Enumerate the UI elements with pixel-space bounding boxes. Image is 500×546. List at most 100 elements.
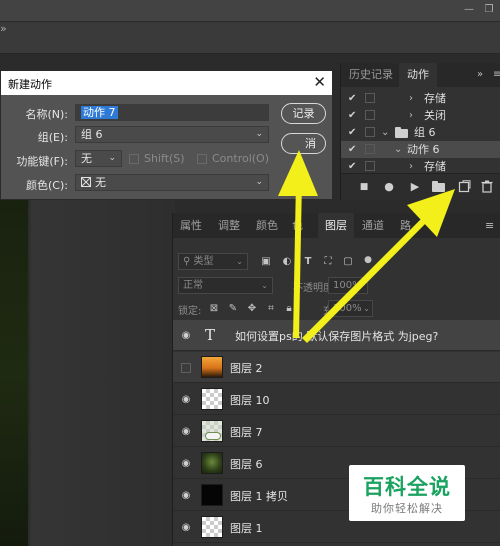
action-set-row[interactable]: ✔ ⌄ 组 6 [341, 124, 500, 141]
layer-thumbnail [201, 420, 223, 442]
layer-row[interactable]: 图层 2 [173, 352, 500, 383]
dialog-toggle-box[interactable] [365, 93, 375, 103]
close-icon[interactable]: ✕ [313, 73, 326, 91]
lock-bar: 锁定: ⊠ ✎ ✥ ⌗ 🔒︎ 充: 100% ⌄ [173, 298, 500, 319]
chevron-right-icon[interactable]: › [409, 107, 413, 124]
layer-name: 图层 10 [230, 394, 270, 407]
app-menu-bar: — ❐ [0, 0, 500, 22]
chevron-down-icon[interactable]: ⌄ [381, 124, 389, 141]
check-icon[interactable]: ✔ [348, 124, 358, 141]
control-checkbox[interactable] [197, 154, 207, 164]
delete-trash-icon[interactable] [480, 180, 494, 194]
action-set-value: 组 6 [81, 128, 103, 141]
cancel-button[interactable]: 消 [281, 133, 326, 154]
lock-position-icon[interactable]: ✥ [246, 303, 258, 315]
dialog-toggle-box[interactable] [365, 110, 375, 120]
chevron-down-icon: ⌄ [363, 304, 370, 313]
visibility-toggle-box[interactable] [181, 363, 191, 373]
tab-layers[interactable]: 图层 [318, 213, 354, 238]
filter-shape-icon[interactable]: ⛶ [322, 256, 334, 268]
tab-channels[interactable]: 通道 [355, 213, 391, 238]
eye-icon[interactable]: ◉ [180, 458, 192, 470]
action-name-input[interactable]: 动作 7 [75, 104, 269, 121]
record-icon[interactable]: ● [382, 180, 396, 194]
panel-menu-icon[interactable]: ≡ [485, 63, 500, 87]
opacity-input[interactable]: 100% [328, 277, 368, 294]
layers-panel-tabs: 属性 调整 颜色 色 图层 通道 路 ≡ [173, 213, 500, 238]
tab-paths[interactable]: 路 [393, 213, 418, 238]
layer-filter-select[interactable]: ⚲ 类型 ⌄ [178, 253, 248, 270]
action-set-select[interactable]: 组 6 ⌄ [75, 126, 269, 143]
layer-name: 图层 6 [230, 458, 263, 471]
folder-icon [432, 181, 445, 192]
layer-row-text[interactable]: ◉ T 如何设置ps的 默认保存图片格式 为jpeg? [173, 320, 500, 351]
action-set-label: 组 6 [414, 126, 436, 139]
lock-brush-icon[interactable]: ✎ [227, 303, 239, 315]
lock-transparent-icon[interactable]: ⊠ [208, 303, 220, 315]
chevron-down-icon: ⌄ [236, 257, 243, 266]
chevron-down-icon[interactable]: ⌄ [394, 141, 402, 158]
blend-mode-select[interactable]: 正常 ⌄ [178, 277, 273, 294]
tab-adjustments[interactable]: 调整 [211, 213, 247, 238]
eye-icon[interactable]: ◉ [180, 522, 192, 534]
check-icon[interactable]: ✔ [348, 90, 358, 107]
layer-name: 图层 1 拷贝 [230, 490, 288, 503]
new-action-icon[interactable] [457, 180, 471, 194]
name-label: 名称(N): [25, 108, 68, 121]
function-key-select[interactable]: 无 ⌄ [75, 150, 122, 167]
stop-icon[interactable]: ■ [357, 180, 371, 194]
chevron-down-icon: ⌄ [261, 281, 268, 290]
action-row-close[interactable]: ✔ › 关闭 [341, 107, 500, 124]
chevron-right-icon[interactable]: › [409, 90, 413, 107]
tab-color[interactable]: 颜色 [249, 213, 285, 238]
record-button[interactable]: 记录 [281, 103, 326, 124]
minimize-icon[interactable]: — [462, 3, 476, 17]
blend-mode-value: 正常 [183, 280, 203, 291]
new-set-folder-icon[interactable] [432, 180, 446, 194]
blend-bar: 正常 ⌄ 不透明度: 100% [173, 275, 500, 296]
filter-smart-object-icon[interactable]: ▢ [342, 256, 354, 268]
check-icon[interactable]: ✔ [348, 141, 358, 158]
chevron-double-icon[interactable]: » [0, 22, 7, 35]
folder-icon [395, 127, 408, 138]
tab-history[interactable]: 历史记录 [341, 63, 401, 87]
lock-artboard-icon[interactable]: ⌗ [265, 303, 277, 315]
no-color-swatch-icon [81, 177, 91, 187]
layer-name: 图层 1 [230, 522, 263, 535]
restore-icon[interactable]: ❐ [482, 3, 496, 17]
layer-thumbnail [201, 516, 223, 538]
check-icon[interactable]: ✔ [348, 107, 358, 124]
layer-name: 图层 2 [230, 362, 263, 375]
dialog-toggle-box[interactable] [365, 161, 375, 171]
play-icon[interactable]: ▶ [408, 180, 422, 194]
eye-icon[interactable]: ◉ [180, 426, 192, 438]
fill-input[interactable]: 100% ⌄ [328, 300, 373, 317]
layer-thumbnail [201, 388, 223, 410]
color-select[interactable]: 无 ⌄ [75, 174, 269, 191]
filter-pixel-icon[interactable]: ▣ [260, 256, 272, 268]
chevron-down-icon: ⌄ [108, 153, 116, 163]
fill-value: 100% [333, 303, 362, 314]
eye-icon[interactable]: ◉ [180, 394, 192, 406]
dialog-toggle-box[interactable] [365, 144, 375, 154]
eye-icon[interactable]: ◉ [180, 330, 192, 342]
set-label: 组(E): [37, 131, 68, 144]
filter-adjustment-icon[interactable]: ◐ [281, 256, 293, 268]
panel-menu-icon[interactable]: ≡ [485, 213, 494, 238]
action-row-save[interactable]: ✔ › 存储 [341, 90, 500, 107]
layer-thumbnail [201, 452, 223, 474]
tab-properties[interactable]: 属性 [173, 213, 209, 238]
layer-row[interactable]: ◉ 图层 10 [173, 384, 500, 415]
shift-checkbox[interactable] [129, 154, 139, 164]
eye-icon[interactable]: ◉ [180, 490, 192, 502]
tab-swatches[interactable]: 色 [285, 213, 310, 238]
lock-all-icon[interactable]: 🔒︎ [283, 303, 295, 315]
watermark-title: 百科全说 [363, 475, 451, 499]
layer-row[interactable]: ◉ 图层 7 [173, 416, 500, 447]
filter-type-icon[interactable]: T [302, 256, 314, 268]
filter-toggle-icon[interactable]: ● [362, 254, 374, 266]
actions-panel-tabs: 历史记录 动作 » ≡ [341, 63, 500, 87]
tab-actions[interactable]: 动作 [399, 63, 437, 87]
action-row-selected[interactable]: ✔ ⌄ 动作 6 [341, 141, 500, 158]
dialog-toggle-box[interactable] [365, 127, 375, 137]
